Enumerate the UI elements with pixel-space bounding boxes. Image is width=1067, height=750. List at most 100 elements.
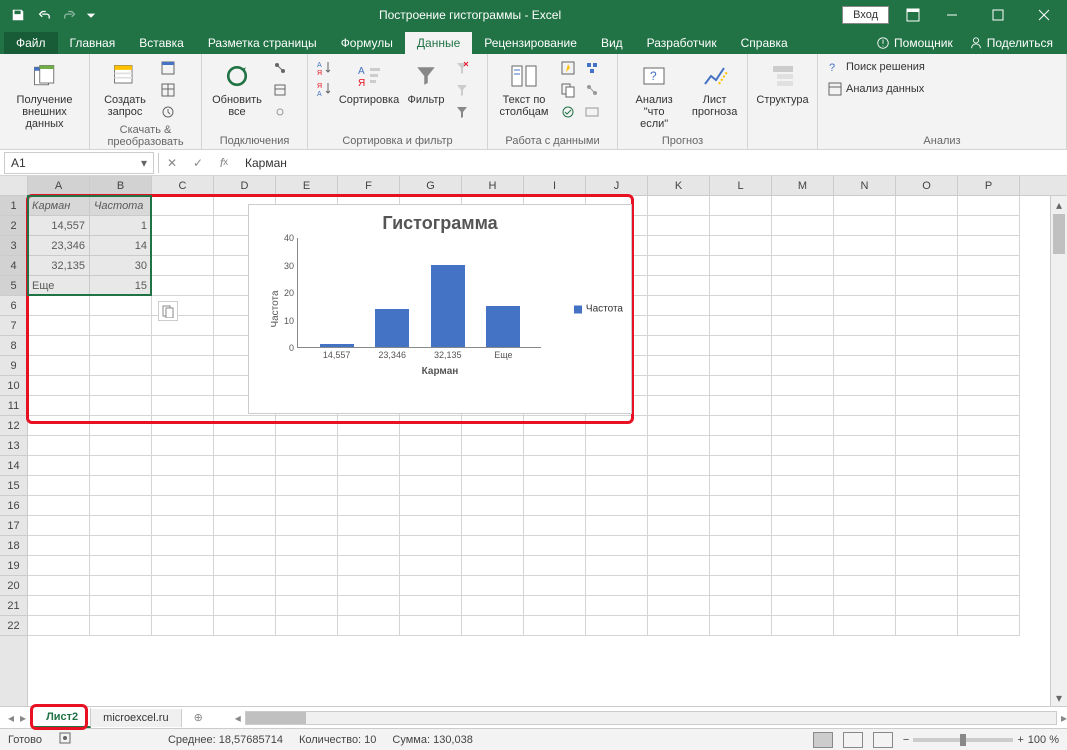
cell[interactable]	[90, 436, 152, 456]
cell[interactable]	[648, 396, 710, 416]
cell[interactable]	[28, 456, 90, 476]
row-header[interactable]: 22	[0, 616, 27, 636]
cell[interactable]	[276, 616, 338, 636]
flash-fill-icon[interactable]	[558, 58, 578, 78]
cell[interactable]	[648, 376, 710, 396]
sheet-prev-icon[interactable]: ◂	[6, 709, 16, 727]
cell[interactable]	[338, 456, 400, 476]
row-header[interactable]: 3	[0, 236, 27, 256]
cell[interactable]	[28, 436, 90, 456]
sheet-next-icon[interactable]: ▸	[18, 709, 28, 727]
select-all-corner[interactable]	[0, 176, 28, 196]
scroll-down-icon[interactable]: ▾	[1051, 689, 1067, 706]
cell[interactable]	[710, 236, 772, 256]
cell[interactable]	[276, 496, 338, 516]
cell[interactable]	[152, 196, 214, 216]
cell[interactable]	[90, 536, 152, 556]
row-header[interactable]: 10	[0, 376, 27, 396]
cell[interactable]	[896, 376, 958, 396]
cell[interactable]	[524, 496, 586, 516]
cell[interactable]	[772, 256, 834, 276]
column-header[interactable]: K	[648, 176, 710, 196]
cell[interactable]	[90, 596, 152, 616]
data-model-icon[interactable]	[582, 102, 602, 122]
cell[interactable]	[648, 196, 710, 216]
from-table-icon[interactable]	[158, 80, 178, 100]
cell[interactable]	[214, 536, 276, 556]
column-header[interactable]: N	[834, 176, 896, 196]
row-header[interactable]: 7	[0, 316, 27, 336]
cell[interactable]	[524, 556, 586, 576]
row-header[interactable]: 8	[0, 336, 27, 356]
cell[interactable]	[834, 476, 896, 496]
cell[interactable]	[400, 416, 462, 436]
column-header[interactable]: C	[152, 176, 214, 196]
cell[interactable]	[772, 576, 834, 596]
scroll-thumb[interactable]	[1053, 214, 1065, 254]
cell[interactable]	[28, 516, 90, 536]
cell[interactable]	[834, 516, 896, 536]
cell[interactable]	[834, 596, 896, 616]
horizontal-scrollbar[interactable]: ◂ ▸	[215, 711, 1067, 725]
cell[interactable]	[338, 616, 400, 636]
share-button[interactable]: Поделиться	[963, 32, 1059, 54]
cell[interactable]	[276, 596, 338, 616]
cell[interactable]	[28, 316, 90, 336]
cell[interactable]	[276, 476, 338, 496]
cell[interactable]	[28, 576, 90, 596]
cell[interactable]	[896, 336, 958, 356]
cell[interactable]	[28, 376, 90, 396]
row-header[interactable]: 12	[0, 416, 27, 436]
cell[interactable]	[710, 536, 772, 556]
cell[interactable]	[958, 336, 1020, 356]
cell[interactable]	[958, 236, 1020, 256]
cell[interactable]	[958, 256, 1020, 276]
cell[interactable]	[338, 516, 400, 536]
cell[interactable]	[648, 356, 710, 376]
tab-view[interactable]: Вид	[589, 32, 635, 54]
cell[interactable]	[462, 456, 524, 476]
cell[interactable]	[772, 496, 834, 516]
cell[interactable]	[834, 576, 896, 596]
column-header[interactable]: A	[28, 176, 90, 196]
cell[interactable]: 30	[90, 256, 152, 276]
qat-dropdown-icon[interactable]	[84, 3, 98, 27]
cell[interactable]	[958, 536, 1020, 556]
cell[interactable]	[28, 296, 90, 316]
reapply-icon[interactable]	[452, 80, 472, 100]
cell[interactable]	[152, 396, 214, 416]
cell[interactable]	[586, 416, 648, 436]
remove-duplicates-icon[interactable]	[558, 80, 578, 100]
cell[interactable]	[958, 576, 1020, 596]
cell[interactable]	[896, 196, 958, 216]
cell[interactable]	[648, 536, 710, 556]
normal-view-button[interactable]	[813, 732, 833, 748]
tab-data[interactable]: Данные	[405, 32, 472, 54]
cell[interactable]	[896, 516, 958, 536]
cell[interactable]	[648, 416, 710, 436]
cell[interactable]	[896, 476, 958, 496]
column-header[interactable]: F	[338, 176, 400, 196]
cell[interactable]: 15	[90, 276, 152, 296]
forecast-sheet-button[interactable]: Лист прогноза	[688, 58, 741, 120]
cell[interactable]	[90, 336, 152, 356]
cell[interactable]	[896, 616, 958, 636]
page-break-button[interactable]	[873, 732, 893, 748]
redo-icon[interactable]	[58, 3, 82, 27]
cell[interactable]	[462, 556, 524, 576]
cell[interactable]	[958, 216, 1020, 236]
cell[interactable]: 23,346	[28, 236, 90, 256]
cell[interactable]	[896, 296, 958, 316]
cell[interactable]	[710, 556, 772, 576]
row-header[interactable]: 20	[0, 576, 27, 596]
cell[interactable]	[338, 536, 400, 556]
cell[interactable]	[462, 436, 524, 456]
macro-record-icon[interactable]	[58, 731, 72, 748]
cell[interactable]	[152, 236, 214, 256]
cell[interactable]	[28, 476, 90, 496]
column-header[interactable]: E	[276, 176, 338, 196]
cell[interactable]	[152, 416, 214, 436]
cell[interactable]	[152, 356, 214, 376]
cell[interactable]	[834, 236, 896, 256]
cell[interactable]	[834, 536, 896, 556]
